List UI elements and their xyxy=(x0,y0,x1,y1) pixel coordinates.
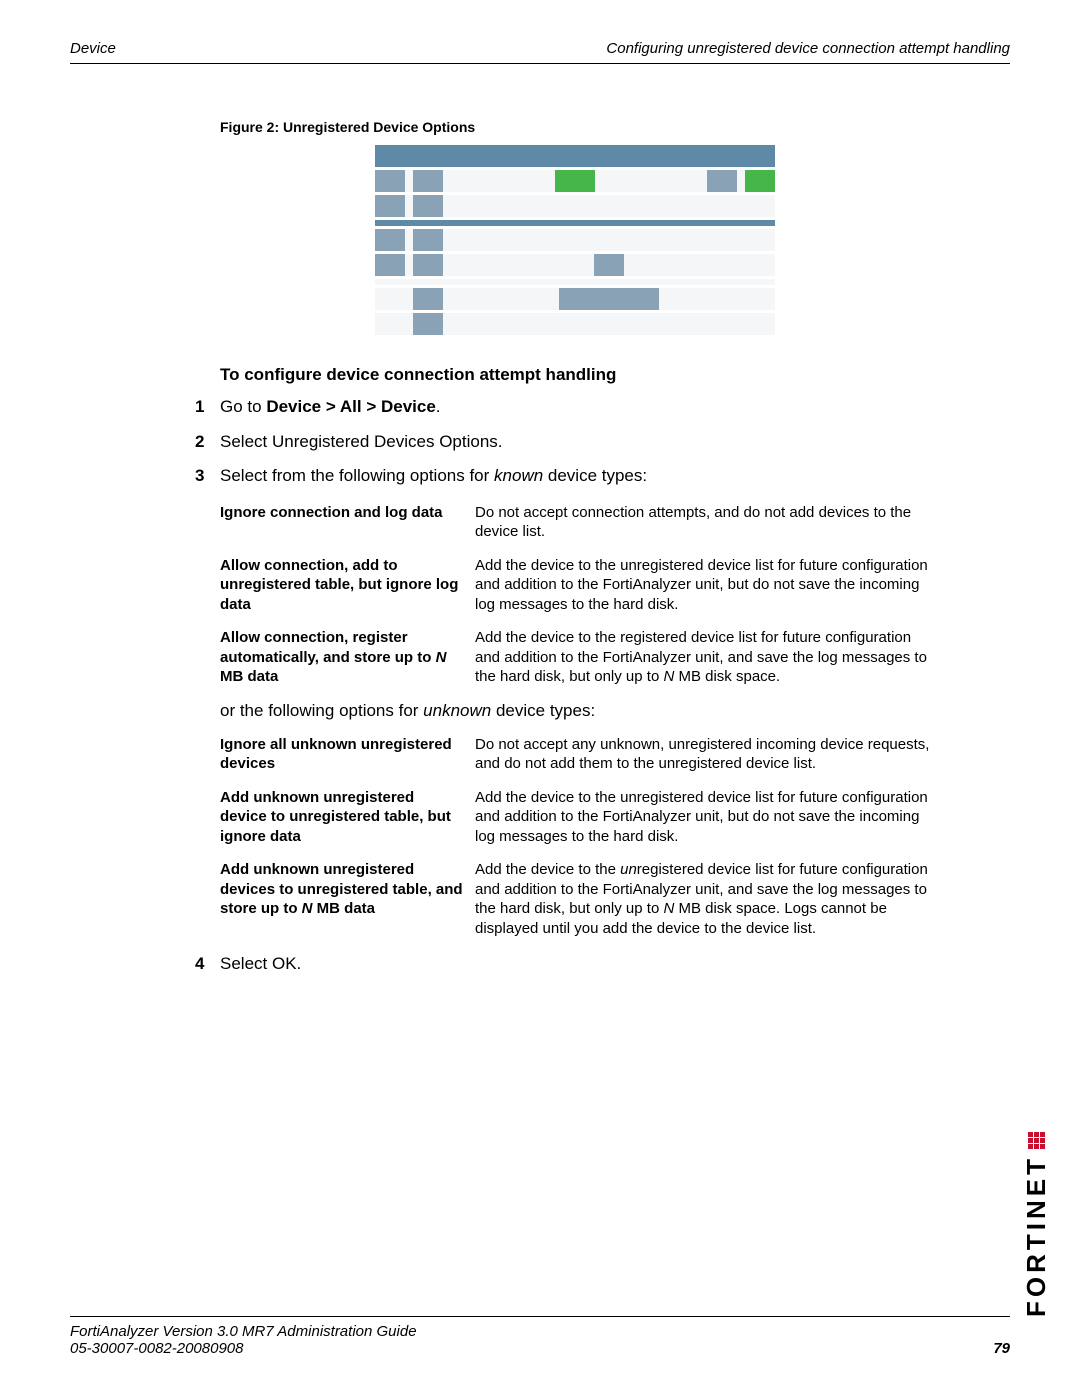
step-1: 1 Go to Device > All > Device. xyxy=(195,395,930,420)
known-options-table: Ignore connection and log data Do not ac… xyxy=(220,503,930,687)
logo-icon xyxy=(1028,1132,1045,1149)
header-left: Device xyxy=(70,40,116,57)
figure-caption: Figure 2: Unregistered Device Options xyxy=(220,119,930,135)
known-row-1: Ignore connection and log data Do not ac… xyxy=(220,503,930,542)
unknown-row-3: Add unknown unregistered devices to unre… xyxy=(220,860,930,938)
page-footer: FortiAnalyzer Version 3.0 MR7 Administra… xyxy=(70,1316,1010,1357)
step-4: 4 Select OK. xyxy=(195,952,930,977)
known-row-2: Allow connection, add to unregistered ta… xyxy=(220,556,930,615)
footer-title: FortiAnalyzer Version 3.0 MR7 Administra… xyxy=(70,1323,417,1340)
steps-list: 1 Go to Device > All > Device. 2 Select … xyxy=(195,395,930,489)
page-header: Device Configuring unregistered device c… xyxy=(70,40,1010,64)
step-3: 3 Select from the following options for … xyxy=(195,464,930,489)
fortinet-logo: FORTINET xyxy=(1021,1132,1052,1317)
steps-list-cont: 4 Select OK. xyxy=(195,952,930,977)
known-row-3: Allow connection, register automatically… xyxy=(220,628,930,687)
step-2: 2 Select Unregistered Devices Options. xyxy=(195,430,930,455)
unknown-row-1: Ignore all unknown unregistered devices … xyxy=(220,735,930,774)
figure-image xyxy=(375,145,775,335)
section-title: To configure device connection attempt h… xyxy=(220,365,930,385)
page-number: 79 xyxy=(993,1340,1010,1357)
header-right: Configuring unregistered device connecti… xyxy=(606,40,1010,57)
unknown-row-2: Add unknown unregistered device to unreg… xyxy=(220,788,930,847)
footer-docnum: 05-30007-0082-20080908 xyxy=(70,1340,417,1357)
unknown-options-table: Ignore all unknown unregistered devices … xyxy=(220,735,930,939)
page-content: Figure 2: Unregistered Device Options To… xyxy=(220,119,930,977)
between-tables-text: or the following options for unknown dev… xyxy=(220,701,930,721)
